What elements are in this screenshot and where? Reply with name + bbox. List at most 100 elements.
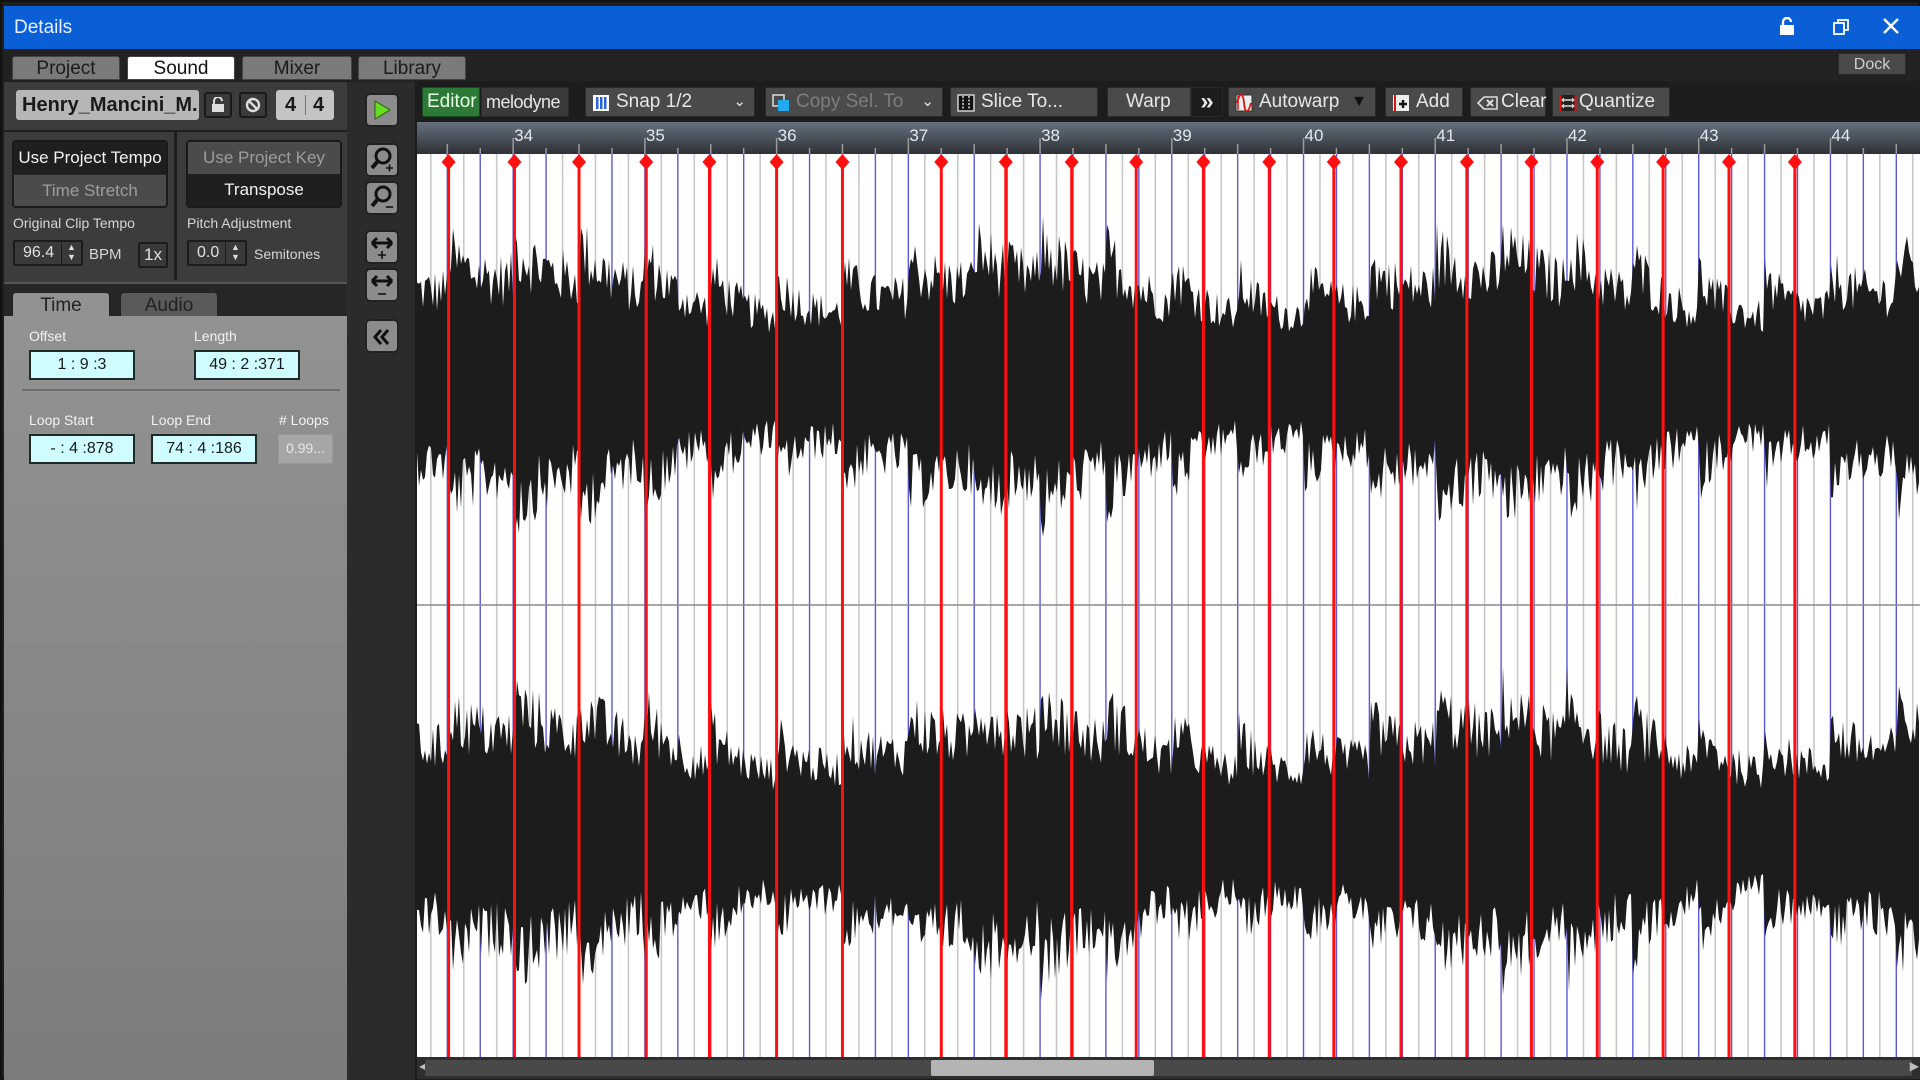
scroll-right-icon[interactable]: ▶	[1910, 1059, 1919, 1073]
snap-dropdown[interactable]: Snap 1/2 ⌄	[585, 87, 755, 117]
divider	[22, 389, 340, 391]
tempo-spinbox[interactable]: 96.4 ▲ ▼	[13, 240, 83, 266]
add-marker-button[interactable]: Add	[1385, 87, 1463, 117]
time-signature-divider	[305, 95, 306, 115]
semitones-label: Semitones	[254, 246, 321, 262]
bar-label: 44	[1831, 126, 1850, 145]
bar-label: 34	[514, 126, 533, 145]
scroll-thumb[interactable]	[930, 1060, 1154, 1076]
editor-button[interactable]: Editor	[422, 87, 480, 117]
dock-button[interactable]: Dock	[1838, 53, 1906, 75]
tab-audio[interactable]: Audio	[120, 292, 218, 318]
editor-tool-strip	[347, 82, 415, 1080]
quantize-button[interactable]: Quantize	[1552, 87, 1670, 117]
melodyne-label: melodyne	[486, 92, 561, 112]
close-icon[interactable]	[1876, 14, 1906, 42]
snap-label: Snap 1/2	[616, 91, 693, 112]
warp-expand-icon[interactable]: »	[1191, 87, 1223, 117]
loop-end-label: Loop End	[151, 412, 211, 428]
lock-clip-button[interactable]	[204, 92, 232, 118]
horizontal-scrollbar[interactable]: ◀ ▶	[417, 1057, 1920, 1079]
chevron-down-icon: ⌄	[921, 93, 934, 110]
quantize-icon	[1559, 95, 1577, 111]
tab-library[interactable]: Library	[358, 56, 466, 80]
expand-width-icon[interactable]	[365, 230, 399, 264]
tab-mixer[interactable]: Mixer	[242, 56, 352, 80]
copy-icon	[772, 94, 789, 111]
offset-field[interactable]: 1 : 9 :3	[29, 350, 135, 380]
autowarp-label: Autowarp	[1259, 91, 1340, 112]
warp-label: Warp	[1126, 91, 1171, 112]
waveform-view[interactable]	[417, 154, 1920, 1057]
clip-name[interactable]: Henry_Mancini_M...	[16, 90, 199, 120]
collapse-icon[interactable]	[365, 319, 399, 353]
add-marker-icon	[1393, 95, 1409, 111]
slice-to-button[interactable]: Slice To...	[950, 87, 1098, 117]
offset-label: Offset	[29, 328, 67, 344]
pitch-mode-group: Use Project Key Transpose	[186, 140, 342, 208]
tab-time[interactable]: Time	[12, 292, 110, 318]
spin-arrows-icon[interactable]: ▲ ▼	[225, 242, 245, 264]
bar-label: 41	[1436, 126, 1455, 145]
slice-label: Slice To...	[981, 91, 1064, 112]
snap-grid-icon	[593, 95, 609, 111]
warp-button[interactable]: Warp	[1107, 87, 1191, 117]
copy-selection-dropdown[interactable]: Copy Sel. To ⌄	[765, 87, 943, 117]
transpose-button[interactable]: Transpose	[188, 174, 340, 206]
melodyne-button[interactable]: melodyne	[481, 87, 569, 117]
original-clip-tempo-label: Original Clip Tempo	[13, 215, 135, 231]
add-label: Add	[1416, 91, 1450, 112]
tab-sound[interactable]: Sound	[127, 56, 235, 80]
audio-editor: Editor melodyne Snap 1/2 ⌄ Copy Sel. To …	[415, 82, 1920, 1080]
bar-label: 35	[646, 126, 665, 145]
editor-toolbar: Editor melodyne Snap 1/2 ⌄ Copy Sel. To …	[415, 84, 1920, 120]
bar-label: 43	[1700, 126, 1719, 145]
copy-sel-label: Copy Sel. To	[796, 91, 904, 112]
clear-label: Clear	[1501, 91, 1547, 112]
ruler-marks: 34 35 36 37 38 39 40 41 42 43 44	[446, 126, 1898, 154]
shrink-width-icon[interactable]	[365, 268, 399, 302]
tempo-multiplier-button[interactable]: 1x	[138, 242, 168, 268]
loop-end-field[interactable]: 74 : 4 :186	[151, 434, 257, 464]
play-icon[interactable]	[365, 93, 399, 127]
zoom-in-icon[interactable]	[365, 143, 399, 177]
loops-field: 0.99...	[278, 434, 333, 464]
details-window: Details Project Sound Mixer Library Dock…	[0, 0, 1920, 1080]
tempo-value: 96.4	[23, 244, 55, 261]
waveform-canvas	[417, 154, 1920, 1057]
time-signature-denominator: 4	[313, 94, 325, 116]
use-project-key-button[interactable]: Use Project Key	[188, 142, 340, 174]
lock-icon[interactable]	[1772, 14, 1802, 42]
waveform-left-channel	[417, 216, 1919, 537]
chevron-down-icon: ⌄	[733, 93, 746, 110]
tab-project[interactable]: Project	[12, 56, 120, 80]
dropdown-arrow-icon: ▼	[1351, 93, 1367, 110]
time-audio-tabs: Time Audio	[4, 282, 347, 318]
scroll-track[interactable]	[425, 1060, 1912, 1076]
time-signature-numerator: 4	[285, 94, 297, 116]
disable-icon[interactable]	[239, 92, 267, 118]
use-project-tempo-button[interactable]: Use Project Tempo	[14, 142, 166, 174]
divider	[174, 132, 177, 280]
timeline-ruler[interactable]: 34 35 36 37 38 39 40 41 42 43 44	[417, 122, 1920, 154]
autowarp-icon	[1235, 94, 1253, 112]
autowarp-dropdown[interactable]: Autowarp ▼	[1228, 87, 1376, 117]
tempo-mode-group: Use Project Tempo Time Stretch	[12, 140, 168, 208]
time-stretch-button[interactable]: Time Stretch	[14, 174, 166, 206]
clear-markers-button[interactable]: Clear	[1470, 87, 1546, 117]
bar-label: 37	[909, 126, 928, 145]
loop-start-field[interactable]: - : 4 :878	[29, 434, 135, 464]
restore-icon[interactable]	[1826, 14, 1856, 42]
editor-label: Editor	[427, 91, 477, 112]
spin-arrows-icon[interactable]: ▲ ▼	[61, 242, 81, 264]
waveform-right-channel	[417, 666, 1919, 1001]
length-field[interactable]: 49 : 2 :371	[194, 350, 300, 380]
length-label: Length	[194, 328, 237, 344]
title-bar[interactable]: Details	[4, 6, 1920, 49]
pitch-adjustment-label: Pitch Adjustment	[187, 215, 292, 231]
time-signature[interactable]: 4 4	[276, 90, 334, 120]
main-tabs: Project Sound Mixer Library Dock	[4, 50, 1920, 81]
loop-start-label: Loop Start	[29, 412, 94, 428]
zoom-out-icon[interactable]	[365, 181, 399, 215]
pitch-spinbox[interactable]: 0.0 ▲ ▼	[187, 240, 247, 266]
